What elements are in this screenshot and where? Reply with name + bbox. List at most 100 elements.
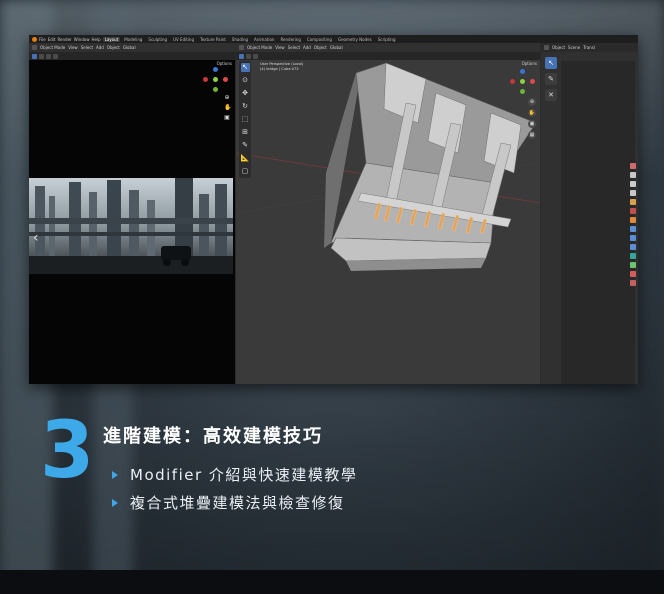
bullet-text-1: Modifier 介紹與快速建模教學 [130, 466, 358, 484]
gizmo-center-icon [213, 77, 218, 82]
tab-constraints-icon[interactable] [630, 253, 636, 259]
prop-annotate-tool-icon[interactable]: ✎ [545, 73, 557, 85]
tab-uv-editing[interactable]: UV Editing [171, 37, 196, 42]
cursor-tool-icon[interactable]: ⊙ [241, 76, 250, 85]
object-label[interactable]: Object [552, 45, 565, 50]
left-transform-dropdown[interactable]: Global [123, 45, 136, 50]
bridge-model [324, 62, 537, 271]
triangle-bullet-icon [112, 470, 118, 479]
properties-tabs [630, 163, 637, 286]
vp-zoom-icon[interactable]: ⊕ [528, 98, 536, 106]
menu-window[interactable]: Window [74, 37, 90, 42]
select-box-icon[interactable] [39, 53, 44, 59]
triangle-bullet-icon [112, 498, 118, 507]
select-mode-icon[interactable] [32, 53, 37, 59]
menu-help[interactable]: Help [91, 37, 100, 42]
vp-gizmo-center-icon [520, 79, 525, 84]
tab-geometry-nodes[interactable]: Geometry Nodes [336, 37, 374, 42]
vp-ortho-icon[interactable]: ▦ [528, 131, 536, 139]
tab-view-layer-icon[interactable] [630, 190, 636, 196]
move-tool-icon[interactable]: ✥ [241, 89, 250, 98]
vp-gizmo-x-icon[interactable] [530, 79, 535, 84]
tab-layout[interactable]: Layout [102, 36, 121, 42]
gizmo-x-neg-icon[interactable] [203, 77, 208, 82]
tab-scene-icon[interactable] [630, 199, 636, 205]
menu-file[interactable]: File [39, 37, 46, 42]
transl-label[interactable]: Transl [583, 45, 595, 50]
transform-tool-icon[interactable]: ⊞ [241, 128, 250, 137]
viewport-nav-buttons: ⊕ ✋ ▣ ▦ [528, 98, 536, 139]
tab-world-icon[interactable] [630, 208, 636, 214]
menu-edit[interactable]: Edit [48, 37, 56, 42]
bullet-item-1: Modifier 介紹與快速建模教學 [112, 464, 357, 485]
top-menubar: File Edit Render Window Help Layout Mode… [29, 35, 638, 43]
properties-header: Object Scene Transl [541, 43, 638, 52]
vp-camera-icon[interactable]: ▣ [528, 120, 536, 128]
annotate-tool-icon[interactable]: ✎ [241, 141, 250, 150]
zoom-icon[interactable]: ⊕ [224, 95, 230, 101]
left-toolsettings-bar [29, 52, 235, 60]
tab-object-icon[interactable] [630, 217, 636, 223]
3d-viewport[interactable]: Object Mode View Select Add Object Globa… [236, 43, 540, 384]
left-navigation-gizmo[interactable] [203, 67, 229, 93]
tab-output-icon[interactable] [630, 181, 636, 187]
camera-view-icon[interactable]: ▣ [224, 115, 230, 121]
menu-render[interactable]: Render [57, 37, 71, 42]
active-object-label: (4) bridge | Cube.073 [260, 67, 299, 71]
left-viewport[interactable]: Object Mode View Select Add Object Globa… [29, 43, 235, 384]
select-extend-icon[interactable] [46, 53, 51, 59]
prop-select-tool-icon[interactable]: ↖ [545, 57, 557, 69]
gizmo-x-icon[interactable] [223, 77, 228, 82]
blender-window: File Edit Render Window Help Layout Mode… [29, 35, 638, 384]
reference-image [29, 178, 233, 274]
tab-sculpting[interactable]: Sculpting [146, 37, 169, 42]
rotate-tool-icon[interactable]: ↻ [241, 102, 250, 111]
gizmo-z-icon[interactable] [213, 67, 218, 72]
tab-physics-icon[interactable] [630, 244, 636, 250]
viewport-toolbar: ↖ ⊙ ✥ ↻ ⬚ ⊞ ✎ 📐 ▢ [239, 61, 251, 178]
left-menu-add[interactable]: Add [96, 45, 104, 50]
blender-logo-icon[interactable] [32, 36, 37, 42]
chevron-left-icon[interactable]: ‹ [33, 231, 39, 245]
tab-data-icon[interactable] [630, 262, 636, 268]
tab-tool-icon[interactable] [630, 163, 636, 169]
properties-pane[interactable]: Object Scene Transl ↖ ✎ ✕ [541, 43, 638, 384]
tab-modifier-icon[interactable] [630, 226, 636, 232]
left-menu-view[interactable]: View [68, 45, 78, 50]
tab-texture-icon[interactable] [630, 280, 636, 286]
pan-icon[interactable]: ✋ [224, 105, 231, 111]
scene-label[interactable]: Scene [568, 45, 580, 50]
tab-animation[interactable]: Animation [252, 37, 276, 42]
measure-tool-icon[interactable]: 📐 [241, 154, 250, 163]
add-cube-tool-icon[interactable]: ▢ [241, 167, 250, 176]
tab-texture-paint[interactable]: Texture Paint [198, 37, 228, 42]
editor-type-icon[interactable] [32, 45, 37, 50]
viewport-info-text: User Perspective (Local) (4) bridge | Cu… [260, 62, 303, 72]
tab-material-icon[interactable] [630, 271, 636, 277]
scale-tool-icon[interactable]: ⬚ [241, 115, 250, 124]
vp-gizmo-y-icon[interactable] [520, 89, 525, 94]
left-menu-object[interactable]: Object [107, 45, 120, 50]
tab-rendering[interactable]: Rendering [278, 37, 302, 42]
vp-gizmo-x-neg-icon[interactable] [510, 79, 515, 84]
tab-shading[interactable]: Shading [230, 37, 250, 42]
tab-render-icon[interactable] [630, 172, 636, 178]
tab-scripting[interactable]: Scripting [376, 37, 398, 42]
vp-pan-icon[interactable]: ✋ [528, 109, 536, 117]
properties-editor-type-icon[interactable] [544, 45, 549, 50]
vp-gizmo-z-icon[interactable] [520, 69, 525, 74]
left-mode-dropdown[interactable]: Object Mode [40, 45, 65, 50]
left-menu-select[interactable]: Select [81, 45, 93, 50]
left-viewport-header: Object Mode View Select Add Object Globa… [29, 43, 235, 52]
section-number: 3 [40, 406, 94, 496]
select-subtract-icon[interactable] [53, 53, 58, 59]
properties-content [561, 61, 635, 384]
tab-modeling[interactable]: Modeling [122, 37, 144, 42]
viewport-navigation-gizmo[interactable] [510, 69, 536, 95]
select-tool-icon[interactable]: ↖ [240, 63, 250, 72]
tab-particles-icon[interactable] [630, 235, 636, 241]
gizmo-y-icon[interactable] [213, 87, 218, 92]
left-options-dropdown[interactable]: Options [217, 61, 232, 66]
tab-compositing[interactable]: Compositing [305, 37, 334, 42]
prop-cursor-tool-icon[interactable]: ✕ [545, 89, 557, 101]
